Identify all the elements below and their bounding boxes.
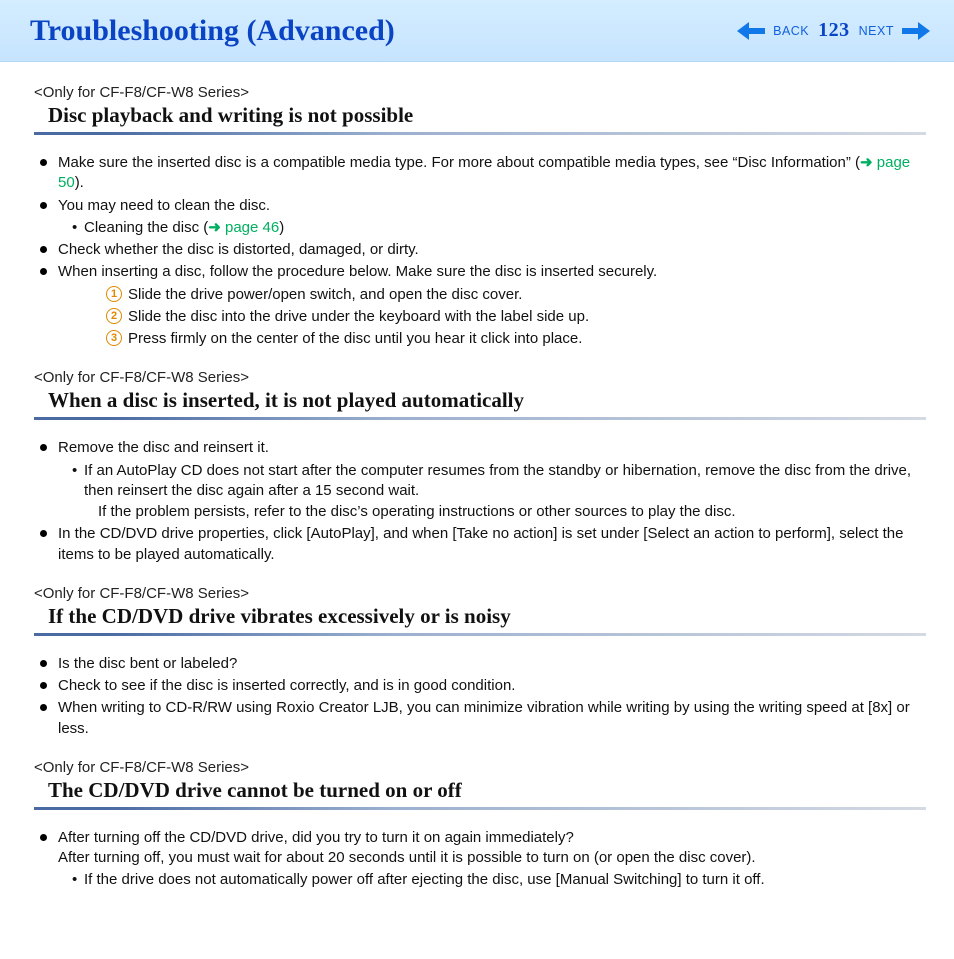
arrow-icon: ➜ (860, 154, 877, 171)
step-item: Slide the drive power/open switch, and o… (106, 285, 926, 305)
section-heading-autoplay: When a disc is inserted, it is not playe… (34, 386, 926, 417)
bullet-list: Remove the disc and reinsert it. If an A… (34, 438, 926, 565)
back-arrow-icon[interactable] (735, 22, 767, 40)
divider (34, 417, 926, 420)
step-item: Slide the disc into the drive under the … (106, 307, 926, 327)
sub-item-cont: If the problem persists, refer to the di… (86, 502, 926, 522)
bullet-list: Make sure the inserted disc is a compati… (34, 153, 926, 349)
next-arrow-icon[interactable] (900, 22, 932, 40)
section-heading-vibrates: If the CD/DVD drive vibrates excessively… (34, 602, 926, 633)
step-item: Press firmly on the center of the disc u… (106, 329, 926, 349)
text: After turning off, you must wait for abo… (58, 849, 756, 866)
list-item: Is the disc bent or labeled? (58, 654, 926, 674)
series-tag: <Only for CF-F8/CF-W8 Series> (34, 369, 926, 386)
page-title: Troubleshooting (Advanced) (30, 14, 735, 48)
text: Make sure the inserted disc is a compati… (58, 154, 860, 171)
sub-item: If an AutoPlay CD does not start after t… (72, 461, 926, 502)
list-item: Check to see if the disc is inserted cor… (58, 676, 926, 696)
text: After turning off the CD/DVD drive, did … (58, 829, 574, 846)
text: ) (279, 219, 284, 236)
nav: BACK 123 NEXT (735, 19, 932, 42)
sub-item: If the drive does not automatically powe… (72, 870, 926, 890)
text: Remove the disc and reinsert it. (58, 439, 269, 456)
next-link[interactable]: NEXT (857, 24, 896, 38)
list-item: Make sure the inserted disc is a compati… (58, 153, 926, 194)
arrow-icon: ➜ (208, 219, 225, 236)
section-heading-power: The CD/DVD drive cannot be turned on or … (34, 776, 926, 807)
divider (34, 633, 926, 636)
list-item: You may need to clean the disc. Cleaning… (58, 196, 926, 239)
text: When inserting a disc, follow the proced… (58, 263, 657, 280)
bullet-list: Is the disc bent or labeled? Check to se… (34, 654, 926, 739)
text: You may need to clean the disc. (58, 197, 270, 214)
text: ). (75, 174, 84, 191)
series-tag: <Only for CF-F8/CF-W8 Series> (34, 759, 926, 776)
back-link[interactable]: BACK (771, 24, 811, 38)
steps-list: Slide the drive power/open switch, and o… (106, 285, 926, 350)
header-bar: Troubleshooting (Advanced) BACK 123 NEXT (0, 0, 954, 62)
divider (34, 132, 926, 135)
page-number: 123 (815, 19, 853, 42)
sub-item: Cleaning the disc (➜ page 46) (72, 218, 926, 238)
section-heading-disc-playback: Disc playback and writing is not possibl… (34, 101, 926, 132)
list-item: In the CD/DVD drive properties, click [A… (58, 524, 926, 565)
bullet-list: After turning off the CD/DVD drive, did … (34, 828, 926, 891)
series-tag: <Only for CF-F8/CF-W8 Series> (34, 84, 926, 101)
text: Cleaning the disc ( (84, 219, 208, 236)
content: <Only for CF-F8/CF-W8 Series> Disc playb… (0, 62, 954, 891)
divider (34, 807, 926, 810)
page-link[interactable]: page 46 (225, 219, 279, 236)
list-item: When writing to CD-R/RW using Roxio Crea… (58, 698, 926, 739)
list-item: After turning off the CD/DVD drive, did … (58, 828, 926, 891)
list-item: Remove the disc and reinsert it. If an A… (58, 438, 926, 522)
series-tag: <Only for CF-F8/CF-W8 Series> (34, 585, 926, 602)
list-item: When inserting a disc, follow the proced… (58, 262, 926, 349)
list-item: Check whether the disc is distorted, dam… (58, 240, 926, 260)
